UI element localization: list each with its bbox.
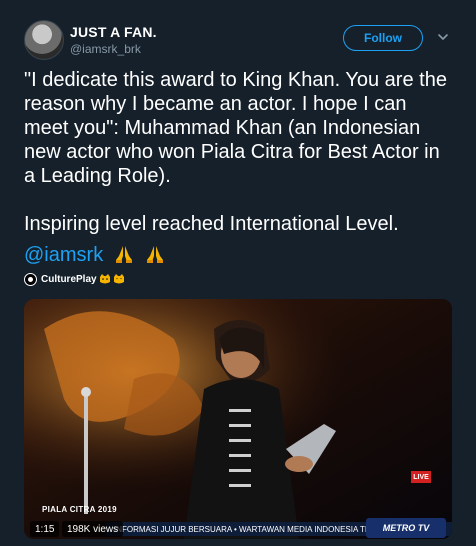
- mention-line: @iamsrk: [24, 243, 166, 267]
- cat-emoji: [99, 274, 110, 284]
- video-player[interactable]: PIALA CITRA 2019 LIVE INFORMASI JUJUR BE…: [24, 299, 452, 539]
- source-name: CulturePlay: [41, 273, 97, 285]
- video-views: 198K views: [62, 521, 124, 537]
- folded-hands-emoji: [147, 246, 164, 263]
- cat-emoji: [113, 274, 124, 284]
- event-brand-label: PIALA CITRA 2019: [42, 505, 117, 514]
- tweet-header: JUST A FAN. @iamsrk_brk Follow: [0, 0, 476, 70]
- channel-logo: METRO TV: [366, 518, 446, 538]
- tweet-text: "I dedicate this award to King Khan. You…: [24, 69, 447, 235]
- display-name[interactable]: JUST A FAN.: [70, 24, 157, 40]
- mention-link[interactable]: @iamsrk: [24, 244, 103, 266]
- follow-button[interactable]: Follow: [343, 25, 423, 51]
- video-frame: [24, 299, 452, 539]
- avatar[interactable]: [24, 20, 64, 60]
- video-duration: 1:15: [30, 521, 60, 537]
- live-badge: LIVE: [411, 471, 431, 483]
- source-attribution[interactable]: CulturePlay: [24, 271, 125, 287]
- user-handle[interactable]: @iamsrk_brk: [70, 42, 141, 56]
- folded-hands-emoji: [115, 246, 132, 263]
- chevron-down-icon[interactable]: [436, 30, 450, 44]
- source-logo-icon: [24, 272, 37, 286]
